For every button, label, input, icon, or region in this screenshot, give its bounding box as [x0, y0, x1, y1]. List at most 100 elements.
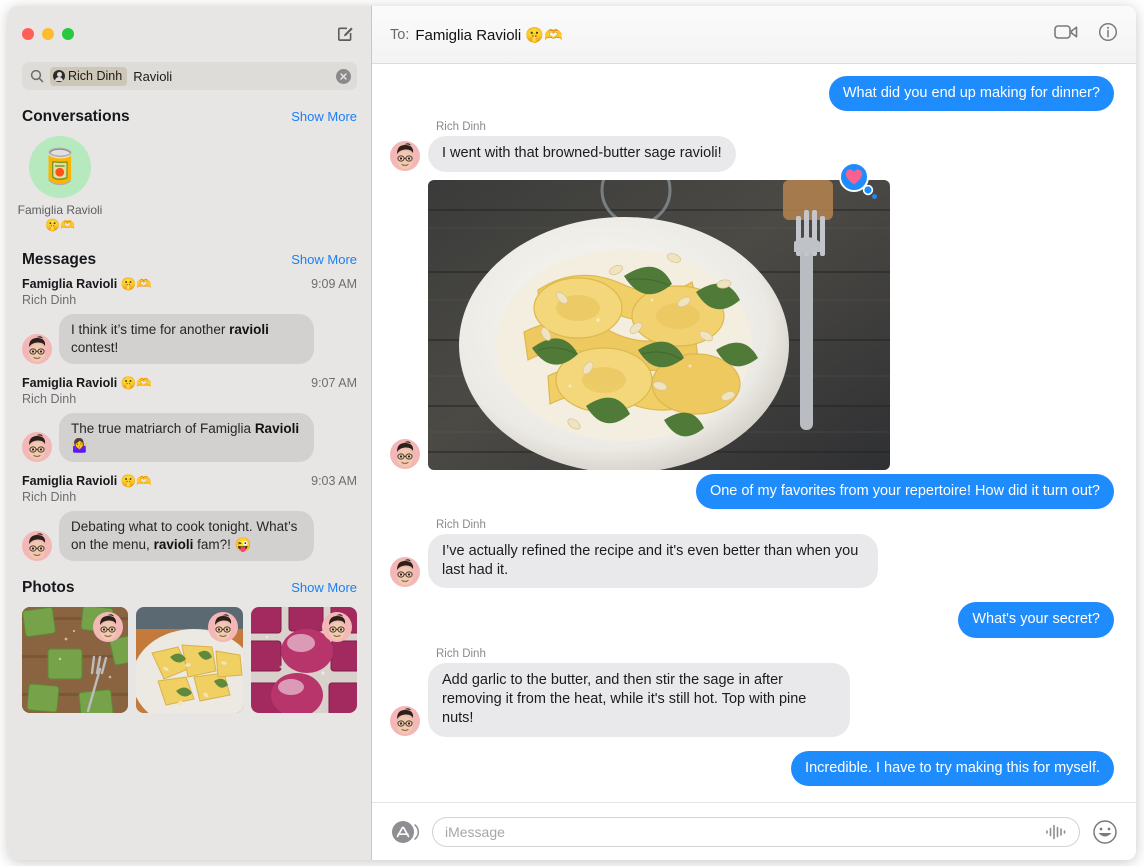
avatar — [21, 431, 53, 463]
result-highlight: ravioli — [153, 537, 194, 553]
window-controls — [22, 28, 74, 40]
result-group-name: Famiglia Ravioli 🤫🫶 — [22, 375, 152, 390]
result-group-name: Famiglia Ravioli 🤫🫶 — [22, 474, 152, 489]
result-timestamp: 9:09 AM — [311, 277, 357, 291]
emoji-smiley-icon[interactable] — [1092, 819, 1118, 845]
search-results[interactable]: Conversations Show More 🥫 Famiglia Ravio… — [8, 100, 371, 860]
avatar — [389, 556, 421, 589]
result-bubble: Debating what to cook tonight. What’s on… — [55, 511, 314, 561]
result-timestamp: 9:03 AM — [311, 474, 357, 489]
message-row-outgoing: What did you end up making for dinner? — [390, 76, 1120, 112]
compose-icon[interactable] — [333, 22, 357, 46]
close-button[interactable] — [22, 28, 34, 40]
conversation-header: To: Famiglia Ravioli 🤫🫶 — [372, 6, 1136, 64]
recipient-name[interactable]: Famiglia Ravioli 🤫🫶 — [415, 26, 562, 44]
clear-icon[interactable] — [336, 68, 351, 84]
message-bubble[interactable]: What did you end up making for dinner? — [828, 76, 1120, 112]
message-sender-name: Rich Dinh — [436, 121, 486, 134]
result-group-name: Famiglia Ravioli 🤫🫶 — [22, 277, 152, 291]
avatar — [389, 139, 421, 172]
info-icon[interactable] — [1098, 22, 1118, 47]
message-row-attachment — [389, 161, 1114, 470]
result-highlight: ravioli — [229, 322, 269, 337]
conversation-pane: To: Famiglia Ravioli 🤫🫶 What did you end… — [372, 6, 1136, 860]
sidebar: Rich Dinh Ravioli Conversations Show Mor… — [8, 6, 372, 860]
conversations-show-more[interactable]: Show More — [291, 109, 357, 124]
result-timestamp: 9:07 AM — [311, 375, 357, 390]
conversation-item[interactable]: 🥫 Famiglia Ravioli 🤫🫶 — [18, 136, 102, 233]
avatar — [21, 530, 53, 562]
messages-title: Messages — [22, 251, 97, 268]
message-thread[interactable]: What did you end up making for dinner? R… — [372, 64, 1136, 802]
audio-waveform-icon[interactable] — [1045, 823, 1067, 841]
messages-show-more[interactable]: Show More — [291, 252, 357, 267]
result-sender: Rich Dinh — [22, 293, 77, 307]
conversation-label: Famiglia Ravioli 🤫🫶 — [17, 203, 103, 232]
result-highlight: Ravioli — [254, 420, 300, 436]
photos-list — [8, 603, 371, 713]
photo-thumbnail[interactable] — [250, 606, 357, 713]
result-bubble: I think it’s time for another ravioli co… — [55, 314, 314, 364]
tomato-can-emoji: 🥫 — [38, 148, 82, 186]
minimize-button[interactable] — [42, 28, 54, 40]
result-sender: Rich Dinh — [22, 391, 77, 406]
message-bubble[interactable]: Add garlic to the butter, and then stir … — [423, 662, 850, 737]
search-icon — [30, 69, 44, 83]
search-query-text: Ravioli — [133, 68, 173, 84]
message-bubble[interactable]: I’ve actually refined the recipe and it'… — [423, 533, 878, 589]
search-container: Rich Dinh Ravioli — [8, 62, 371, 100]
photo-thumbnail[interactable] — [136, 606, 243, 713]
photo-thumbnail[interactable] — [22, 606, 129, 713]
photos-title: Photos — [22, 578, 75, 596]
photo-sender-avatar — [207, 611, 239, 643]
group-avatar: 🥫 — [29, 136, 91, 198]
messages-window: Rich Dinh Ravioli Conversations Show Mor… — [8, 6, 1136, 860]
photo-sender-avatar — [321, 611, 353, 643]
photos-section-header: Photos Show More — [8, 571, 371, 603]
message-bubble[interactable]: I went with that browned-butter sage rav… — [423, 136, 736, 172]
result-text-before: I think it’s time for another — [71, 322, 230, 337]
message-result-item[interactable]: Famiglia Ravioli 🤫🫶 9:03 AM Rich Dinh De… — [8, 472, 371, 571]
search-token-chip[interactable]: Rich Dinh — [50, 66, 128, 86]
app-store-icon[interactable] — [390, 817, 420, 847]
message-result-item[interactable]: Famiglia Ravioli 🤫🫶 9:09 AM Rich Dinh I … — [8, 275, 371, 374]
tapback-heart[interactable] — [838, 161, 880, 200]
conversations-list: 🥫 Famiglia Ravioli 🤫🫶 — [8, 132, 371, 243]
message-composer: iMessage — [372, 802, 1136, 860]
zoom-button[interactable] — [62, 28, 74, 40]
message-row-outgoing: Incredible. I have to try making this fo… — [390, 750, 1119, 787]
message-sender-name: Rich Dinh — [436, 518, 486, 531]
message-bubble[interactable]: Incredible. I have to try making this fo… — [791, 750, 1119, 787]
avatar — [21, 333, 53, 365]
message-row-incoming: I went with that browned-butter sage rav… — [389, 136, 1114, 172]
search-token-label: Rich Dinh — [68, 69, 123, 83]
result-text-after: 🤷‍♀️ — [71, 438, 88, 454]
header-actions — [1054, 22, 1118, 47]
input-placeholder: iMessage — [445, 823, 505, 840]
message-row-incoming: I’ve actually refined the recipe and it'… — [389, 533, 1114, 589]
video-camera-icon[interactable] — [1054, 23, 1078, 46]
message-row-outgoing: What's your secret? — [390, 602, 1119, 638]
message-row-incoming: Add garlic to the butter, and then stir … — [389, 662, 1114, 737]
image-attachment[interactable] — [428, 179, 890, 470]
photo-sender-avatar — [92, 611, 124, 643]
to-label: To: — [390, 26, 410, 43]
message-row-outgoing: One of my favorites from your repertoire… — [390, 473, 1120, 510]
result-bubble: The true matriarch of Famiglia Ravioli 🤷… — [55, 412, 314, 463]
result-text-after: contest! — [71, 339, 119, 355]
sidebar-titlebar — [8, 6, 371, 62]
avatar — [389, 437, 421, 470]
message-input[interactable]: iMessage — [432, 816, 1080, 847]
messages-section-header: Messages Show More — [8, 243, 371, 275]
message-result-item[interactable]: Famiglia Ravioli 🤫🫶 9:07 AM Rich Dinh Th… — [8, 374, 371, 473]
photos-show-more[interactable]: Show More — [291, 580, 357, 595]
contact-icon — [53, 70, 65, 82]
search-input[interactable]: Rich Dinh Ravioli — [22, 62, 357, 90]
result-text-before: The true matriarch of Famiglia — [71, 420, 255, 436]
conversations-section-header: Conversations Show More — [8, 100, 371, 132]
conversations-title: Conversations — [22, 108, 130, 125]
message-bubble[interactable]: One of my favorites from your repertoire… — [695, 473, 1120, 510]
result-text-after: fam?! 😜 — [193, 537, 252, 553]
message-bubble[interactable]: What's your secret? — [958, 602, 1119, 638]
message-sender-name: Rich Dinh — [436, 647, 486, 660]
